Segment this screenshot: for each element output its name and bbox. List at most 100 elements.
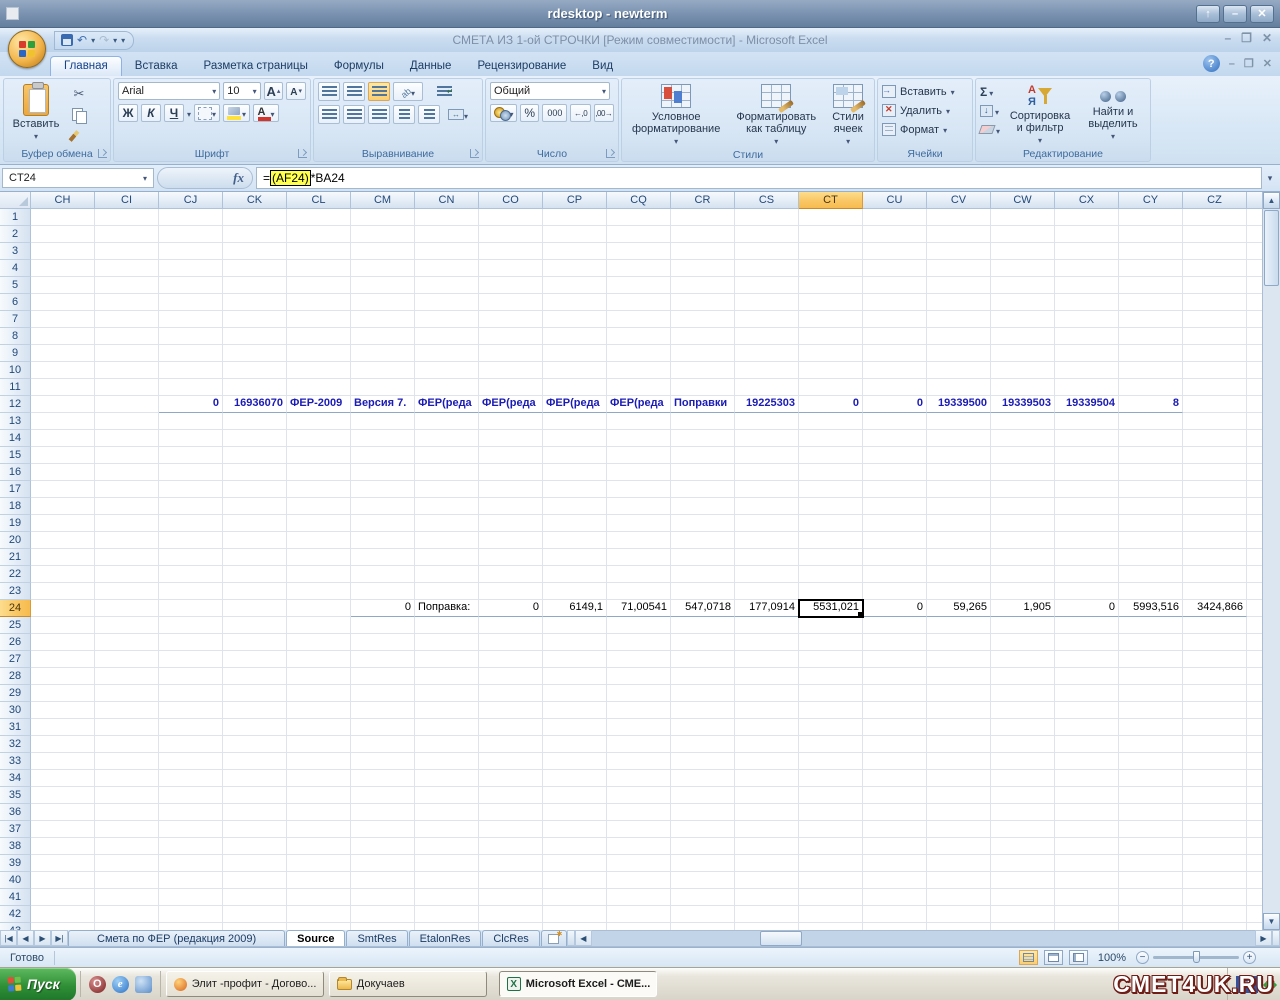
cell-CK3[interactable] [223,243,287,260]
cell-CS25[interactable] [735,617,799,634]
cell-CN25[interactable] [415,617,479,634]
cell-CX33[interactable] [1055,753,1119,770]
cell-CJ23[interactable] [159,583,223,600]
last-sheet-button[interactable]: ▶| [51,930,68,946]
cell-CO8[interactable] [479,328,543,345]
align-center-button[interactable] [343,105,365,124]
cell-CT23[interactable] [799,583,863,600]
hscroll-right-button[interactable]: ▶ [1255,930,1272,946]
cell-CZ13[interactable] [1183,413,1247,430]
cell-CZ31[interactable] [1183,719,1247,736]
cell-CW3[interactable] [991,243,1055,260]
cell-CT27[interactable] [799,651,863,668]
cell-CS40[interactable] [735,872,799,889]
cell-CW26[interactable] [991,634,1055,651]
cell-CK27[interactable] [223,651,287,668]
cell-CS43[interactable] [735,923,799,930]
cell-CR3[interactable] [671,243,735,260]
cell-CO35[interactable] [479,787,543,804]
cell-CI37[interactable] [95,821,159,838]
row-header-37[interactable]: 37 [0,821,31,838]
cell-CX39[interactable] [1055,855,1119,872]
sort-filter-button[interactable]: Сортировка и фильтр [1004,82,1076,147]
cell-CN32[interactable] [415,736,479,753]
cell-CY22[interactable] [1119,566,1183,583]
cell-CL20[interactable] [287,532,351,549]
zoom-out-button[interactable]: − [1136,951,1149,964]
cell-CX7[interactable] [1055,311,1119,328]
cell-CY28[interactable] [1119,668,1183,685]
cell-CJ38[interactable] [159,838,223,855]
cell-CL35[interactable] [287,787,351,804]
cell-CU36[interactable] [863,804,927,821]
cell-CH31[interactable] [31,719,95,736]
cell-CK1[interactable] [223,209,287,226]
cell-CK22[interactable] [223,566,287,583]
cell-CS29[interactable] [735,685,799,702]
decrease-decimal-button[interactable]: ,00→ [594,104,614,122]
row-header-25[interactable]: 25 [0,617,31,634]
cell-CL11[interactable] [287,379,351,396]
cell-CJ2[interactable] [159,226,223,243]
cell-CJ11[interactable] [159,379,223,396]
cell-CN31[interactable] [415,719,479,736]
cell-CN33[interactable] [415,753,479,770]
cell-CL39[interactable] [287,855,351,872]
cell-CN1[interactable] [415,209,479,226]
cell-CT21[interactable] [799,549,863,566]
cell-CK37[interactable] [223,821,287,838]
cell-CV13[interactable] [927,413,991,430]
cell-CV38[interactable] [927,838,991,855]
cell-CQ14[interactable] [607,430,671,447]
cell-CO13[interactable] [479,413,543,430]
cell-CS22[interactable] [735,566,799,583]
cell-CR35[interactable] [671,787,735,804]
cell-CY34[interactable] [1119,770,1183,787]
cell-CS19[interactable] [735,515,799,532]
cell-CI13[interactable] [95,413,159,430]
cell-CV6[interactable] [927,294,991,311]
cell-CT29[interactable] [799,685,863,702]
cell-CL25[interactable] [287,617,351,634]
cell-CX41[interactable] [1055,889,1119,906]
cell-CX1[interactable] [1055,209,1119,226]
cell-CQ39[interactable] [607,855,671,872]
cell-CY13[interactable] [1119,413,1183,430]
cell-CW14[interactable] [991,430,1055,447]
cell-CJ33[interactable] [159,753,223,770]
cell-CJ21[interactable] [159,549,223,566]
cell-CK16[interactable] [223,464,287,481]
cell-CP30[interactable] [543,702,607,719]
cell-CS31[interactable] [735,719,799,736]
cell-CO30[interactable] [479,702,543,719]
cell-CT24[interactable]: 5531,021 [799,600,863,617]
cell-CJ9[interactable] [159,345,223,362]
cell-CU42[interactable] [863,906,927,923]
cell-CQ33[interactable] [607,753,671,770]
cell-CW25[interactable] [991,617,1055,634]
cell-CU43[interactable] [863,923,927,930]
cell-CS35[interactable] [735,787,799,804]
cell-CL13[interactable] [287,413,351,430]
cell-CV9[interactable] [927,345,991,362]
cell-CU22[interactable] [863,566,927,583]
cell-CI27[interactable] [95,651,159,668]
cell-CP43[interactable] [543,923,607,930]
cell-CQ9[interactable] [607,345,671,362]
column-header-CM[interactable]: CM [351,192,415,209]
cell-CL24[interactable] [287,600,351,617]
page-break-view-button[interactable] [1069,950,1088,965]
cell-CM3[interactable] [351,243,415,260]
cell-CO41[interactable] [479,889,543,906]
cell-CP39[interactable] [543,855,607,872]
column-header-CS[interactable]: CS [735,192,799,209]
paste-dropdown[interactable] [34,130,38,142]
cell-CT40[interactable] [799,872,863,889]
cell-CV35[interactable] [927,787,991,804]
cell-CQ7[interactable] [607,311,671,328]
cell-CO21[interactable] [479,549,543,566]
cell-CX29[interactable] [1055,685,1119,702]
cell-CR32[interactable] [671,736,735,753]
cell-CO3[interactable] [479,243,543,260]
cell-CQ40[interactable] [607,872,671,889]
